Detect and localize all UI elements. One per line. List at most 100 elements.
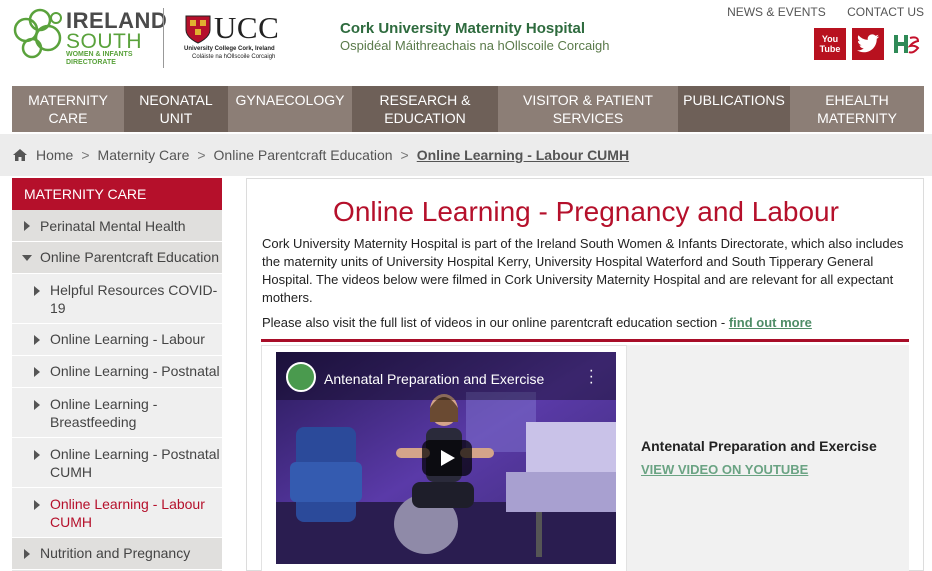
chevron-right-icon [34, 286, 40, 296]
breadcrumb: Home > Maternity Care > Online Parentcra… [12, 147, 629, 163]
nav-research-education[interactable]: RESEARCH & EDUCATION [352, 86, 498, 132]
chevron-right-icon [34, 367, 40, 377]
breadcrumb-current[interactable]: Online Learning - Labour CUMH [417, 147, 629, 163]
youtube-player[interactable]: Antenatal Preparation and Exercise · · · [276, 352, 616, 564]
sidebar-item-label: Online Learning - Postnatal CUMH [50, 445, 220, 481]
sidebar-item-label-line: Online Learning - [50, 396, 158, 412]
sidebar-item-helpful-resources[interactable]: Helpful Resources COVID- 19 [12, 274, 222, 324]
twitter-bird-icon [857, 34, 879, 53]
sidebar-item-label-line: CUMH [50, 464, 92, 480]
chevron-right-icon [34, 400, 40, 410]
ucc-subtitle-ga: Coláiste na hOllscoile Corcaigh [192, 54, 276, 60]
chevron-right-icon [24, 221, 30, 231]
chevron-right-icon [34, 335, 40, 345]
section-divider [261, 339, 909, 342]
sidebar-item-online-parentcraft[interactable]: Online Parentcraft Education [12, 242, 222, 274]
sidebar: MATERNITY CARE Perinatal Mental Health O… [12, 178, 222, 571]
sidebar-item-label: Nutrition and Pregnancy [40, 545, 191, 561]
sidebar-item-label-line: Helpful Resources COVID- [50, 282, 218, 298]
sidebar-item-learning-postnatal-cumh[interactable]: Online Learning - Postnatal CUMH [12, 438, 222, 488]
site-header: IRELAND SOUTH WOMEN & INFANTS DIRECTORAT… [0, 0, 932, 84]
nav-publications[interactable]: PUBLICATIONS [678, 86, 790, 132]
sidebar-item-label: Online Learning - Breastfeeding [50, 395, 157, 431]
sidebar-item-label: Online Learning - Labour [50, 331, 205, 347]
ucc-logo[interactable]: UCC University College Cork, Ireland Col… [184, 10, 284, 62]
hospital-name: Cork University Maternity Hospital [340, 20, 586, 37]
nav-ehealth-maternity[interactable]: EHEALTH MATERNITY [790, 86, 924, 132]
player-video-title[interactable]: Antenatal Preparation and Exercise [324, 371, 544, 387]
ucc-crest-icon [185, 15, 211, 44]
nav-label: VISITOR & PATIENT [523, 92, 653, 108]
video-title: Antenatal Preparation and Exercise [641, 438, 877, 454]
sidebar-item-label: Online Learning - Labour CUMH [50, 495, 205, 531]
hse-logo-icon [894, 35, 920, 54]
sidebar-item-label-line: Online Learning - Labour [50, 496, 205, 512]
hse-icon[interactable] [890, 28, 922, 60]
chevron-right-icon [34, 500, 40, 510]
nav-label: PUBLICATIONS [683, 92, 785, 108]
also-visit-paragraph: Please also visit the full list of video… [262, 315, 912, 330]
logo-divider [163, 8, 164, 68]
sidebar-item-nutrition-pregnancy[interactable]: Nutrition and Pregnancy [12, 538, 222, 570]
ireland-south-logo[interactable]: IRELAND SOUTH WOMEN & INFANTS DIRECTORAT… [12, 4, 167, 68]
youtube-icon[interactable]: You Tube [814, 28, 846, 60]
hospital-name-irish: Ospidéal Máithreachais na hOllscoile Cor… [340, 38, 610, 53]
sidebar-item-label: Perinatal Mental Health [40, 218, 186, 234]
video-column: Antenatal Preparation and Exercise · · · [261, 345, 627, 571]
page-title: Online Learning - Pregnancy and Labour [333, 196, 839, 227]
nav-label: UNIT [159, 110, 193, 126]
channel-avatar[interactable] [286, 362, 316, 392]
ucc-wordmark: UCC [214, 10, 280, 45]
contact-us-link[interactable]: CONTACT US [847, 5, 924, 19]
main-content: Online Learning - Pregnancy and Labour C… [246, 178, 924, 571]
logo-text-directorate: WOMEN & INFANTS DIRECTORATE [66, 51, 133, 66]
nav-label: MATERNITY [817, 110, 897, 126]
intro-paragraph: Cork University Maternity Hospital is pa… [262, 236, 904, 305]
nav-label: RESEARCH & [379, 92, 471, 108]
news-events-link[interactable]: NEWS & EVENTS [727, 5, 826, 19]
twitter-icon[interactable] [852, 28, 884, 60]
youtube-icon-text-2: Tube [819, 44, 841, 54]
nav-maternity-care[interactable]: MATERNITY CARE [12, 86, 124, 132]
also-visit-text: Please also visit the full list of video… [262, 315, 729, 330]
view-on-youtube-link[interactable]: VIEW VIDEO ON YOUTUBE [641, 462, 808, 477]
ucc-subtitle-en: University College Cork, Ireland [184, 46, 275, 52]
breadcrumb-maternity-care[interactable]: Maternity Care [98, 147, 190, 163]
nav-neonatal-unit[interactable]: NEONATAL UNIT [124, 86, 228, 132]
sidebar-item-label-line: 19 [50, 300, 66, 316]
play-button[interactable] [422, 440, 472, 476]
sidebar-item-learning-breastfeeding[interactable]: Online Learning - Breastfeeding [12, 388, 222, 438]
sidebar-item-label-line: Online Learning - Postnatal [50, 446, 220, 462]
home-icon[interactable] [12, 148, 28, 162]
breadcrumb-separator: > [197, 147, 206, 163]
breadcrumb-separator: > [400, 147, 409, 163]
sidebar-item-label: Helpful Resources COVID- 19 [50, 281, 217, 317]
chevron-down-icon [22, 255, 32, 261]
more-options-icon[interactable]: · · · [589, 363, 594, 391]
sidebar-item-label: Online Parentcraft Education [40, 249, 219, 265]
top-links: NEWS & EVENTS CONTACT US [709, 5, 924, 19]
social-links: You Tube [814, 28, 922, 60]
main-nav: MATERNITY CARE NEONATAL UNIT GYNAECOLOGY… [12, 86, 924, 132]
sidebar-item-label: Online Learning - Postnatal [50, 363, 220, 379]
sidebar-item-learning-labour[interactable]: Online Learning - Labour [12, 324, 222, 356]
nav-label: NEONATAL [139, 92, 213, 108]
sidebar-item-learning-postnatal[interactable]: Online Learning - Postnatal [12, 356, 222, 388]
youtube-icon-text-1: You [821, 34, 839, 44]
breadcrumb-separator: > [81, 147, 90, 163]
sidebar-heading[interactable]: MATERNITY CARE [12, 178, 222, 210]
chevron-right-icon [34, 450, 40, 460]
rings-logo-icon [13, 8, 62, 59]
sidebar-item-learning-labour-cumh[interactable]: Online Learning - Labour CUMH [12, 488, 222, 538]
breadcrumb-home[interactable]: Home [36, 147, 73, 163]
video-card: Antenatal Preparation and Exercise · · · A… [261, 345, 909, 571]
nav-visitor-patient-services[interactable]: VISITOR & PATIENT SERVICES [498, 86, 678, 132]
breadcrumb-online-parentcraft[interactable]: Online Parentcraft Education [214, 147, 393, 163]
sidebar-item-perinatal-mental-health[interactable]: Perinatal Mental Health [12, 210, 222, 242]
play-icon [441, 450, 455, 466]
sidebar-item-label-line: CUMH [50, 514, 92, 530]
nav-label: MATERNITY [28, 92, 108, 108]
nav-gynaecology[interactable]: GYNAECOLOGY [228, 86, 352, 132]
nav-label: EDUCATION [384, 110, 466, 126]
find-out-more-link[interactable]: find out more [729, 315, 812, 330]
